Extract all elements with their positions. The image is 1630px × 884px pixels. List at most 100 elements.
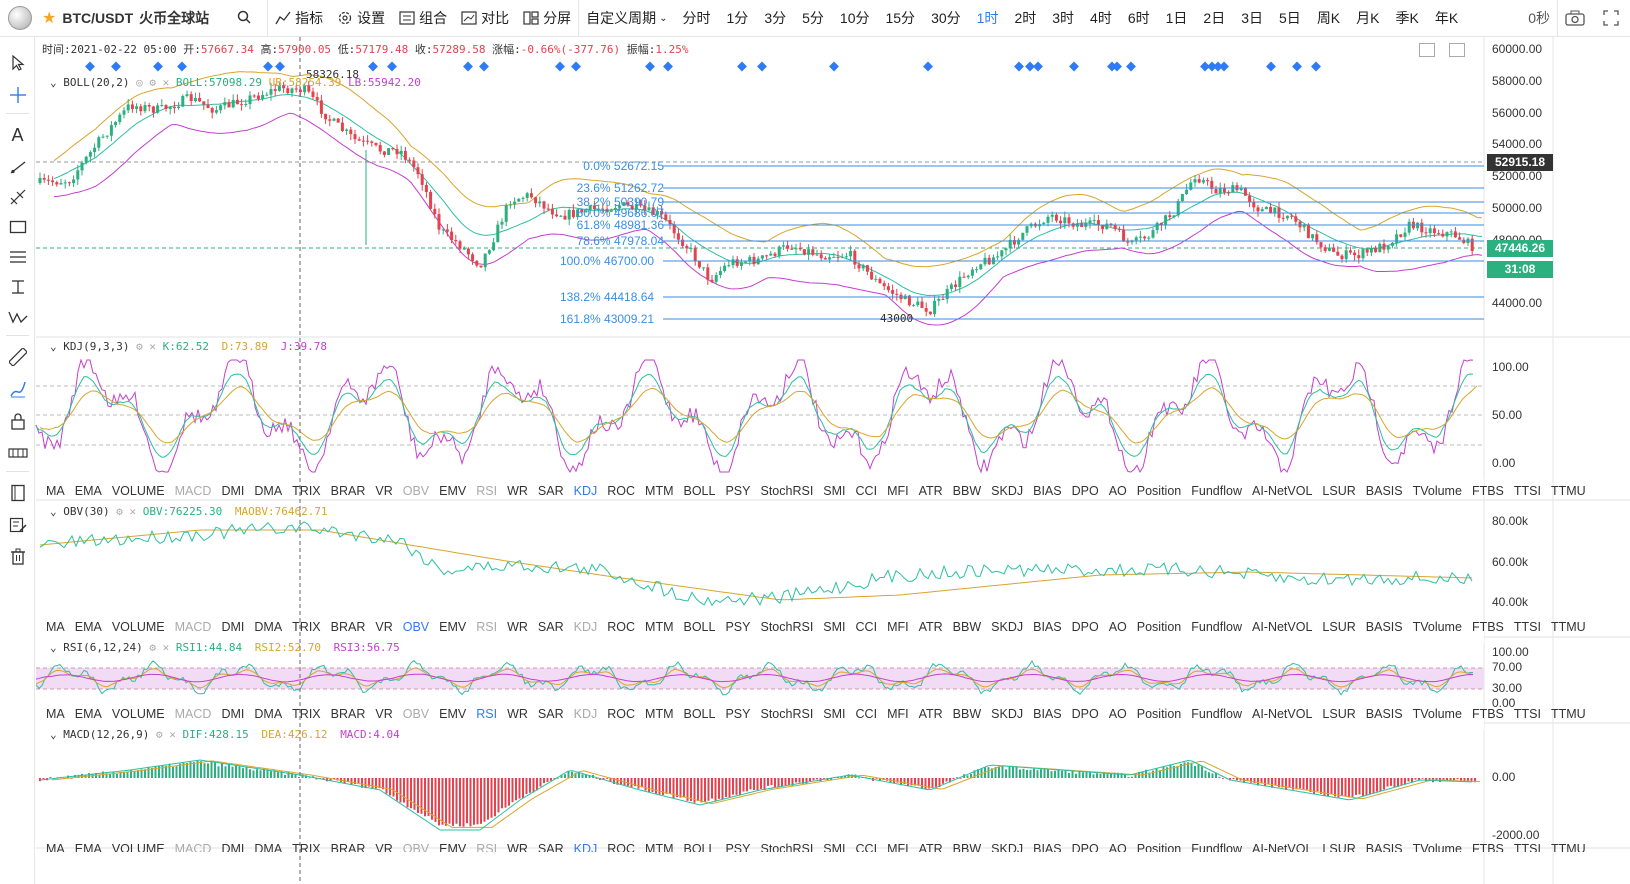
indicator-tab-lsur[interactable]: LSUR [1317, 620, 1360, 634]
indicator-tab-dpo[interactable]: DPO [1067, 707, 1104, 721]
indicator-tab-cci[interactable]: CCI [851, 484, 883, 498]
indicator-tab-ttmu[interactable]: TTMU [1546, 842, 1591, 852]
exchange-name[interactable]: 火币全球站 [139, 8, 209, 28]
indicator-tab-position[interactable]: Position [1132, 620, 1186, 634]
favorite-star-icon[interactable]: ★ [42, 8, 56, 28]
indicator-tab-ai-netvol[interactable]: AI-NetVOL [1247, 842, 1317, 852]
indicator-tab-boll[interactable]: BOLL [679, 620, 721, 634]
indicator-tab-smi[interactable]: SMI [818, 484, 850, 498]
indicator-tab-sar[interactable]: SAR [533, 707, 569, 721]
indicator-tab-brar[interactable]: BRAR [326, 620, 371, 634]
indicator-tab-fundflow[interactable]: Fundflow [1186, 707, 1247, 721]
indicator-tab-ftbs[interactable]: FTBS [1467, 484, 1509, 498]
collapse-icon[interactable]: ⌄ [50, 505, 63, 518]
period-7[interactable]: 1时 [969, 0, 1007, 37]
indicator-tab-ttsi[interactable]: TTSI [1509, 842, 1546, 852]
indicator-tab-cci[interactable]: CCI [851, 620, 883, 634]
indicator-tab-ma[interactable]: MA [41, 707, 70, 721]
indicator-tab-obv[interactable]: OBV [398, 620, 434, 634]
brush-icon[interactable] [0, 375, 35, 403]
indicator-tab-vr[interactable]: VR [370, 842, 397, 852]
indicator-tab-psy[interactable]: PSY [720, 707, 755, 721]
indicator-tab-position[interactable]: Position [1132, 842, 1186, 852]
indicator-tab-fundflow[interactable]: Fundflow [1186, 484, 1247, 498]
indicator-tab-ttmu[interactable]: TTMU [1546, 707, 1591, 721]
symbol-search-icon[interactable] [237, 10, 251, 27]
period-9[interactable]: 3时 [1044, 0, 1082, 37]
indicator-tab-vr[interactable]: VR [370, 620, 397, 634]
indicator-tab-roc[interactable]: ROC [602, 842, 640, 852]
indicator-tab-lsur[interactable]: LSUR [1317, 484, 1360, 498]
indicator-tab-rsi[interactable]: RSI [471, 484, 502, 498]
ruler-icon[interactable] [0, 343, 35, 371]
indicator-tab-dmi[interactable]: DMI [216, 484, 249, 498]
indicator-tab-stochrsi[interactable]: StochRSI [755, 484, 818, 498]
indicator-tab-smi[interactable]: SMI [818, 707, 850, 721]
indicator-tab-dpo[interactable]: DPO [1067, 842, 1104, 852]
indicator-tab-ema[interactable]: EMA [70, 842, 107, 852]
period-8[interactable]: 2时 [1006, 0, 1044, 37]
bookmark-icon[interactable] [0, 479, 35, 507]
chart-canvas[interactable] [0, 0, 1630, 884]
indicator-tab-trix[interactable]: TRIX [287, 620, 325, 634]
indicator-tab-fundflow[interactable]: Fundflow [1186, 620, 1247, 634]
indicator-tab-atr[interactable]: ATR [914, 484, 948, 498]
indicator-tab-ema[interactable]: EMA [70, 707, 107, 721]
indicator-tab-ai-netvol[interactable]: AI-NetVOL [1247, 707, 1317, 721]
indicator-tab-ma[interactable]: MA [41, 842, 70, 852]
indicator-tab-mfi[interactable]: MFI [882, 620, 914, 634]
indicator-tab-stochrsi[interactable]: StochRSI [755, 707, 818, 721]
period-10[interactable]: 4时 [1082, 0, 1120, 37]
measure-tool-icon[interactable] [0, 273, 35, 301]
indicator-tab-psy[interactable]: PSY [720, 620, 755, 634]
indicator-tab-mtm[interactable]: MTM [640, 620, 678, 634]
indicator-tab-bbw[interactable]: BBW [948, 620, 986, 634]
settings-icon[interactable]: ⚙ ✕ [156, 728, 183, 741]
indicator-tab-boll[interactable]: BOLL [679, 842, 721, 852]
indicator-tab-wr[interactable]: WR [502, 484, 533, 498]
indicator-tab-brar[interactable]: BRAR [326, 484, 371, 498]
indicator-tab-dmi[interactable]: DMI [216, 707, 249, 721]
period-17[interactable]: 月K [1348, 0, 1387, 37]
indicator-tab-basis[interactable]: BASIS [1361, 620, 1408, 634]
indicator-tab-roc[interactable]: ROC [602, 484, 640, 498]
indicator-tab-basis[interactable]: BASIS [1361, 707, 1408, 721]
indicator-tab-wr[interactable]: WR [502, 707, 533, 721]
indicator-tab-bias[interactable]: BIAS [1028, 620, 1067, 634]
indicator-tab-basis[interactable]: BASIS [1361, 484, 1408, 498]
indicator-tab-bbw[interactable]: BBW [948, 484, 986, 498]
indicator-tab-volume[interactable]: VOLUME [107, 620, 170, 634]
indicator-tab-bias[interactable]: BIAS [1028, 484, 1067, 498]
indicator-tab-roc[interactable]: ROC [602, 707, 640, 721]
indicator-tab-basis[interactable]: BASIS [1361, 842, 1408, 852]
symbol-pair[interactable]: BTC/USDT [62, 10, 133, 26]
indicator-tab-ao[interactable]: AO [1104, 842, 1132, 852]
indicator-tab-ma[interactable]: MA [41, 484, 70, 498]
indicator-tab-kdj[interactable]: KDJ [569, 620, 603, 634]
period-11[interactable]: 6时 [1120, 0, 1158, 37]
indicator-tab-tvolume[interactable]: TVolume [1408, 484, 1467, 498]
settings-icon[interactable]: ⚙ ✕ [136, 340, 163, 353]
indicator-tab-skdj[interactable]: SKDJ [986, 484, 1028, 498]
indicator-tab-ema[interactable]: EMA [70, 484, 107, 498]
indicator-tab-trix[interactable]: TRIX [287, 842, 325, 852]
magnet-icon[interactable] [0, 439, 35, 467]
indicator-tab-smi[interactable]: SMI [818, 842, 850, 852]
period-19[interactable]: 年K [1427, 0, 1466, 37]
indicator-tab-wr[interactable]: WR [502, 842, 533, 852]
fib-tool-icon[interactable] [0, 183, 35, 211]
lock-icon[interactable] [0, 407, 35, 435]
indicator-tab-ttsi[interactable]: TTSI [1509, 484, 1546, 498]
indicator-tab-ao[interactable]: AO [1104, 484, 1132, 498]
collapse-icon[interactable]: ⌄ [50, 76, 63, 89]
settings-button[interactable]: 设置 [330, 0, 392, 37]
indicator-tab-lsur[interactable]: LSUR [1317, 842, 1360, 852]
indicator-tab-ao[interactable]: AO [1104, 620, 1132, 634]
compare-button[interactable]: 对比 [454, 0, 516, 37]
indicator-tab-tvolume[interactable]: TVolume [1408, 620, 1467, 634]
indicator-tab-atr[interactable]: ATR [914, 707, 948, 721]
indicator-tab-dma[interactable]: DMA [249, 707, 287, 721]
panel-maximize-icon[interactable] [1449, 43, 1465, 57]
indicator-tab-stochrsi[interactable]: StochRSI [755, 620, 818, 634]
indicator-tab-kdj[interactable]: KDJ [569, 707, 603, 721]
